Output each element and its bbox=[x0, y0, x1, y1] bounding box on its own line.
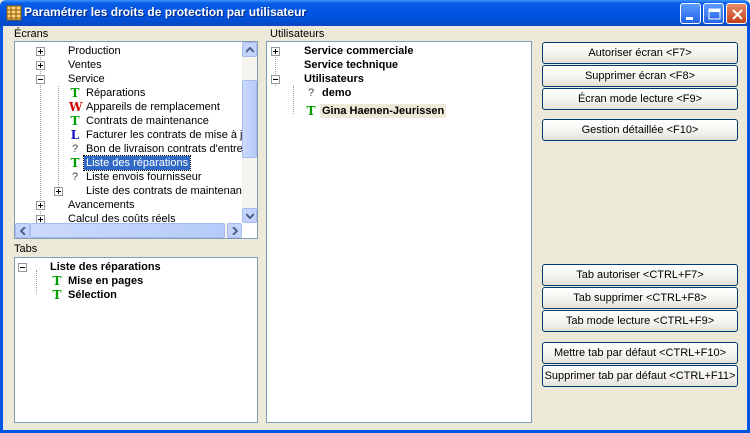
tree-item-appareils[interactable]: W Appareils de remplacement bbox=[15, 100, 245, 114]
t-full-access-icon: T bbox=[306, 104, 316, 118]
tree-item-production[interactable]: Production bbox=[15, 44, 245, 58]
user-group-service-commerciale[interactable]: Service commerciale bbox=[267, 44, 527, 58]
window-title: Paramétrer les droits de protection par … bbox=[24, 5, 307, 19]
tab-autoriser-button[interactable]: Tab autoriser <CTRL+F7> bbox=[542, 264, 738, 286]
close-button[interactable] bbox=[726, 3, 747, 24]
scroll-left-button[interactable] bbox=[15, 223, 30, 238]
tree-item-envois[interactable]: ? Liste envois fournisseur bbox=[15, 170, 245, 184]
tree-item-service[interactable]: Service bbox=[15, 72, 245, 86]
tree-item-bon-livraison[interactable]: ? Bon de livraison contrats d'entretie bbox=[15, 142, 254, 156]
ecran-lecture-button[interactable]: Écran mode lecture <F9> bbox=[542, 88, 738, 110]
tab-item-mise-en-pages[interactable]: T Mise en pages bbox=[15, 274, 245, 288]
ecrans-tree[interactable]: Production Ventes Service T Réparations … bbox=[14, 41, 258, 239]
tab-supprimer-button[interactable]: Tab supprimer <CTRL+F8> bbox=[542, 287, 738, 309]
tab-defaut-button[interactable]: Mettre tab par défaut <CTRL+F10> bbox=[542, 342, 738, 364]
minimize-icon bbox=[686, 17, 693, 20]
t-full-access-icon: T bbox=[70, 86, 80, 100]
collapse-icon[interactable] bbox=[18, 263, 27, 272]
t-full-access-icon: T bbox=[52, 288, 62, 302]
w-write-access-icon: W bbox=[69, 100, 83, 114]
gestion-detaillee-button[interactable]: Gestion détaillée <F10> bbox=[542, 119, 738, 141]
tree-item-reparations[interactable]: T Réparations bbox=[15, 86, 245, 100]
supprimer-tab-defaut-button[interactable]: Supprimer tab par défaut <CTRL+F11> bbox=[542, 365, 738, 387]
ecrans-label: Écrans bbox=[14, 28, 49, 40]
tabs-label: Tabs bbox=[14, 243, 38, 255]
t-full-access-icon: T bbox=[70, 114, 80, 128]
autoriser-ecran-button[interactable]: Autoriser écran <F7> bbox=[542, 42, 738, 64]
user-item-gina[interactable]: T Gina Haenen-Jeurissen bbox=[267, 104, 527, 118]
utilisateurs-tree[interactable]: Service commerciale Service technique Ut… bbox=[266, 41, 532, 423]
l-read-access-icon: L bbox=[70, 128, 80, 142]
ecrans-horizontal-scrollbar[interactable] bbox=[15, 223, 242, 238]
scroll-up-button[interactable] bbox=[242, 42, 257, 57]
user-group-utilisateurs[interactable]: Utilisateurs bbox=[267, 72, 527, 86]
maximize-icon bbox=[708, 8, 721, 20]
chevron-right-icon bbox=[232, 227, 238, 235]
close-icon bbox=[732, 9, 743, 20]
question-no-access-icon: ? bbox=[71, 171, 79, 183]
scroll-thumb[interactable] bbox=[30, 223, 225, 238]
t-full-access-icon: T bbox=[52, 274, 62, 288]
tabs-root-item[interactable]: Liste des réparations bbox=[15, 260, 245, 274]
tree-item-liste-contrats[interactable]: Liste des contrats de maintenance bbox=[15, 184, 254, 198]
minimize-button[interactable] bbox=[680, 3, 701, 24]
collapse-icon[interactable] bbox=[36, 75, 45, 84]
expand-icon[interactable] bbox=[36, 201, 45, 210]
tree-item-avancements[interactable]: Avancements bbox=[15, 198, 245, 212]
ecrans-vertical-scrollbar[interactable] bbox=[242, 42, 257, 223]
question-no-access-icon: ? bbox=[71, 143, 79, 155]
tabs-tree[interactable]: Liste des réparations T Mise en pages T … bbox=[14, 257, 258, 423]
supprimer-ecran-button[interactable]: Supprimer écran <F8> bbox=[542, 65, 738, 87]
title-bar[interactable]: Paramétrer les droits de protection par … bbox=[0, 0, 750, 26]
tab-item-selection[interactable]: T Sélection bbox=[15, 288, 245, 302]
expand-icon[interactable] bbox=[271, 47, 280, 56]
chevron-up-icon bbox=[246, 47, 254, 53]
expand-icon[interactable] bbox=[54, 187, 63, 196]
t-full-access-icon: T bbox=[70, 156, 80, 170]
tree-item-facturer[interactable]: L Facturer les contrats de mise à jou bbox=[15, 128, 255, 142]
scroll-down-button[interactable] bbox=[242, 208, 257, 223]
user-group-service-technique[interactable]: Service technique bbox=[267, 58, 527, 72]
user-item-demo[interactable]: ? demo bbox=[267, 86, 527, 100]
expand-icon[interactable] bbox=[36, 47, 45, 56]
tree-item-liste-reparations[interactable]: T Liste des réparations bbox=[15, 155, 245, 171]
grid-app-icon bbox=[6, 5, 22, 21]
chevron-down-icon bbox=[246, 213, 254, 219]
utilisateurs-label: Utilisateurs bbox=[270, 28, 325, 40]
expand-icon[interactable] bbox=[36, 61, 45, 70]
maximize-button[interactable] bbox=[703, 3, 724, 24]
scroll-right-button[interactable] bbox=[227, 223, 242, 238]
tab-lecture-button[interactable]: Tab mode lecture <CTRL+F9> bbox=[542, 310, 738, 332]
scroll-thumb[interactable] bbox=[242, 80, 257, 158]
collapse-icon[interactable] bbox=[271, 75, 280, 84]
question-no-access-icon: ? bbox=[307, 87, 315, 99]
tree-item-ventes[interactable]: Ventes bbox=[15, 58, 245, 72]
chevron-left-icon bbox=[20, 227, 26, 235]
tree-item-contrats[interactable]: T Contrats de maintenance bbox=[15, 114, 245, 128]
